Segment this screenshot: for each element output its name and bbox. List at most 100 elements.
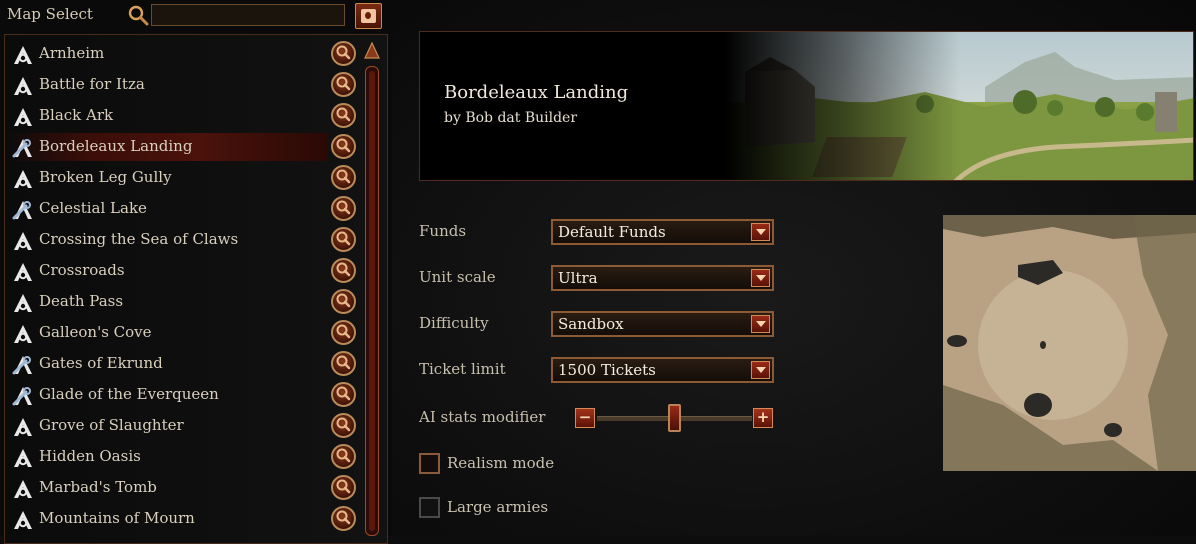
search-input[interactable] — [151, 4, 345, 26]
chevron-down-icon — [751, 269, 770, 287]
map-list-item-label: Bordeleaux Landing — [39, 137, 193, 155]
ai-stats-slider[interactable]: − + — [575, 404, 773, 432]
filter-icon — [361, 9, 376, 23]
map-list-item-label: Marbad's Tomb — [39, 478, 157, 496]
map-author: by Bob dat Builder — [444, 110, 578, 126]
map-list-item[interactable]: Grove of Slaughter — [6, 412, 328, 440]
custom-map-icon — [12, 354, 34, 376]
ticket-limit-label: Ticket limit — [419, 360, 506, 378]
official-map-icon — [12, 323, 34, 345]
minus-icon: − — [578, 408, 592, 426]
map-list-item[interactable]: Celestial Lake — [6, 195, 328, 223]
map-list-item-label: Arnheim — [39, 44, 105, 62]
map-list-item[interactable]: Marbad's Tomb — [6, 474, 328, 502]
unit-scale-dropdown[interactable]: Ultra — [551, 265, 774, 291]
map-info-button[interactable] — [331, 506, 356, 531]
ticket-limit-value: 1500 Tickets — [558, 361, 656, 379]
slider-thumb[interactable] — [668, 404, 681, 432]
search-icon — [128, 5, 149, 26]
map-list-item-label: Broken Leg Gully — [39, 168, 172, 186]
ai-stats-label: AI stats modifier — [419, 408, 546, 426]
map-list-item-label: Celestial Lake — [39, 199, 147, 217]
map-list-item-label: Black Ark — [39, 106, 114, 124]
map-list-item-label: Death Pass — [39, 292, 124, 310]
official-map-icon — [12, 478, 34, 500]
map-banner: Bordeleaux Landing by Bob dat Builder — [419, 31, 1194, 181]
map-title: Bordeleaux Landing — [444, 82, 629, 103]
map-list-item-label: Gates of Ekrund — [39, 354, 163, 372]
chevron-down-icon — [751, 223, 770, 241]
map-list-scrollbar[interactable] — [365, 66, 379, 536]
map-list-item-label: Hidden Oasis — [39, 447, 141, 465]
map-list-item[interactable]: Crossroads — [6, 257, 328, 285]
official-map-icon — [12, 447, 34, 469]
map-list-item-label: Crossroads — [39, 261, 125, 279]
filter-button[interactable] — [355, 3, 382, 29]
map-select-panel: Map Select Arnheim Battle for Itza Black A… — [0, 0, 392, 544]
large-armies-checkbox[interactable] — [419, 497, 440, 518]
map-list-item[interactable]: Mountains of Mourn — [6, 505, 328, 533]
map-info-button[interactable] — [331, 134, 356, 159]
plus-icon: + — [756, 408, 770, 426]
map-list-item-label: Glade of the Everqueen — [39, 385, 219, 403]
funds-dropdown[interactable]: Default Funds — [551, 219, 774, 245]
custom-map-icon — [12, 199, 34, 221]
map-list-item[interactable]: Arnheim — [6, 40, 328, 68]
official-map-icon — [12, 261, 34, 283]
custom-map-icon — [12, 137, 34, 159]
scroll-up-arrow[interactable] — [364, 42, 380, 64]
map-info-button[interactable] — [331, 413, 356, 438]
funds-value: Default Funds — [558, 223, 666, 241]
map-info-button[interactable] — [331, 444, 356, 469]
official-map-icon — [12, 75, 34, 97]
ticket-limit-dropdown[interactable]: 1500 Tickets — [551, 357, 774, 383]
map-info-button[interactable] — [331, 289, 356, 314]
map-list-item-label: Crossing the Sea of Claws — [39, 230, 239, 248]
difficulty-value: Sandbox — [558, 315, 624, 333]
map-list-item-label: Galleon's Cove — [39, 323, 152, 341]
custom-map-icon — [12, 385, 34, 407]
map-info-button[interactable] — [331, 72, 356, 97]
difficulty-dropdown[interactable]: Sandbox — [551, 311, 774, 337]
unit-scale-label: Unit scale — [419, 268, 496, 286]
map-info-button[interactable] — [331, 41, 356, 66]
map-list-item[interactable]: Galleon's Cove — [6, 319, 328, 347]
unit-scale-value: Ultra — [558, 269, 598, 287]
map-list-item-label: Grove of Slaughter — [39, 416, 184, 434]
map-select-header: Map Select — [0, 0, 392, 32]
official-map-icon — [12, 106, 34, 128]
official-map-icon — [12, 230, 34, 252]
chevron-down-icon — [751, 315, 770, 333]
official-map-icon — [12, 416, 34, 438]
map-info-button[interactable] — [331, 382, 356, 407]
map-list-item[interactable]: Bordeleaux Landing — [6, 133, 328, 161]
official-map-icon — [12, 509, 34, 531]
map-info-button[interactable] — [331, 103, 356, 128]
map-list-item[interactable]: Hidden Oasis — [6, 443, 328, 471]
decrease-button[interactable]: − — [575, 408, 595, 428]
map-minimap — [943, 215, 1196, 471]
map-list-item[interactable]: Battle for Itza — [6, 71, 328, 99]
official-map-icon — [12, 44, 34, 66]
chevron-down-icon — [751, 361, 770, 379]
map-info-button[interactable] — [331, 165, 356, 190]
map-list-item[interactable]: Broken Leg Gully — [6, 164, 328, 192]
map-details-panel: Bordeleaux Landing by Bob dat Builder Fu… — [392, 0, 1196, 536]
map-list-item-label: Battle for Itza — [39, 75, 145, 93]
map-info-button[interactable] — [331, 320, 356, 345]
map-list-item[interactable]: Gates of Ekrund — [6, 350, 328, 378]
map-info-button[interactable] — [331, 475, 356, 500]
map-info-button[interactable] — [331, 351, 356, 376]
map-list-item[interactable]: Death Pass — [6, 288, 328, 316]
realism-mode-checkbox[interactable] — [419, 453, 440, 474]
map-info-button[interactable] — [331, 258, 356, 283]
map-list-item[interactable]: Black Ark — [6, 102, 328, 130]
map-info-button[interactable] — [331, 196, 356, 221]
official-map-icon — [12, 292, 34, 314]
map-list-item[interactable]: Glade of the Everqueen — [6, 381, 328, 409]
funds-label: Funds — [419, 222, 467, 240]
increase-button[interactable]: + — [753, 408, 773, 428]
map-preview-image — [725, 32, 1193, 180]
map-info-button[interactable] — [331, 227, 356, 252]
map-list-item[interactable]: Crossing the Sea of Claws — [6, 226, 328, 254]
